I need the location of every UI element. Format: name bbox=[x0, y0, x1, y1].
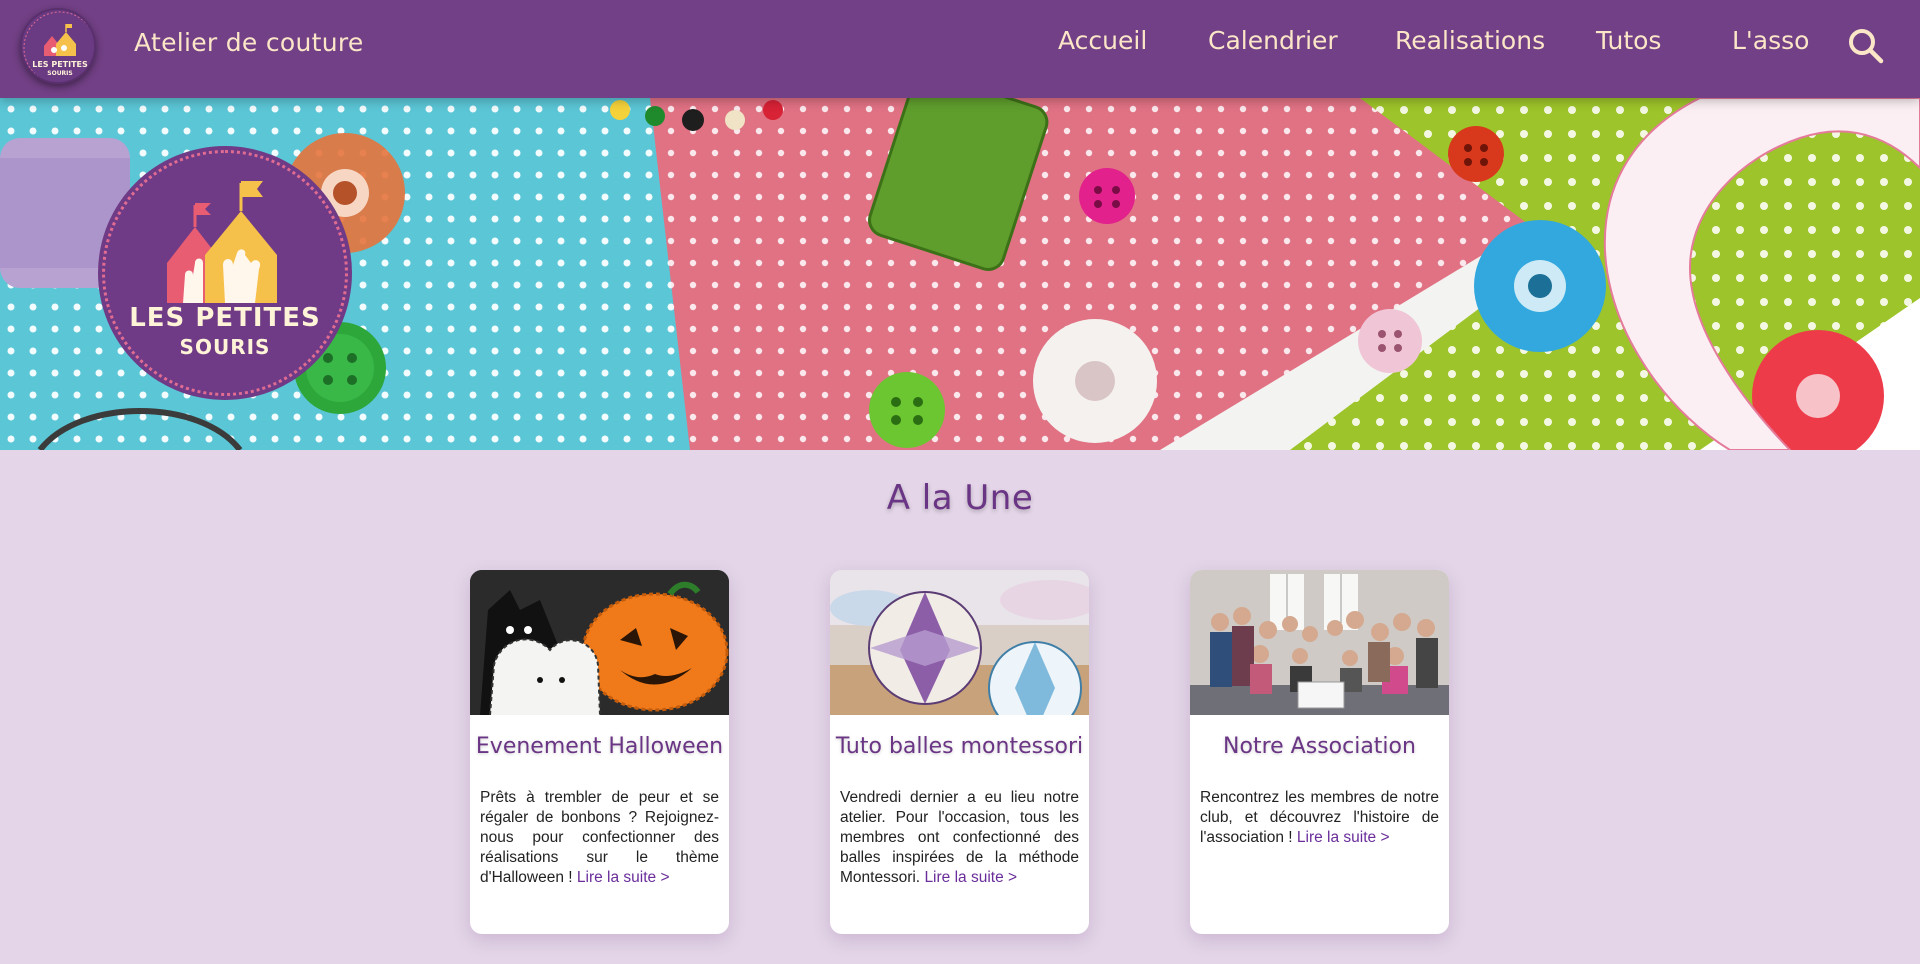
main-nav: Accueil Calendrier Realisations Tutos L'… bbox=[0, 26, 1920, 66]
association-members-photo bbox=[1190, 570, 1449, 715]
hero-logo-text-line2: SOURIS bbox=[179, 335, 271, 359]
read-more-link[interactable]: Lire la suite > bbox=[577, 869, 670, 886]
nav-link-asso[interactable]: L'asso bbox=[1732, 26, 1809, 55]
news-card-association[interactable]: Notre Association Rencontrez les membres… bbox=[1190, 570, 1449, 934]
top-navigation-bar: LES PETITES SOURIS Atelier de couture Ac… bbox=[0, 0, 1920, 98]
card-excerpt: Vendredi dernier a eu lieu notre atelier… bbox=[840, 788, 1079, 888]
logo-text-line2: SOURIS bbox=[47, 70, 73, 77]
news-card-montessori[interactable]: Tuto balles montessori Vendredi dernier … bbox=[830, 570, 1089, 934]
nav-link-realisations[interactable]: Realisations bbox=[1395, 26, 1545, 55]
news-card-halloween[interactable]: Evenement Halloween Prêts à trembler de … bbox=[470, 570, 729, 934]
card-excerpt: Rencontrez les membres de notre club, et… bbox=[1200, 788, 1439, 848]
card-excerpt: Prêts à trembler de peur et se régaler d… bbox=[480, 788, 719, 888]
search-button[interactable] bbox=[1846, 26, 1886, 66]
read-more-link[interactable]: Lire la suite > bbox=[1297, 829, 1390, 846]
search-icon bbox=[1849, 29, 1884, 64]
hero-logo-text-line1: LES PETITES bbox=[129, 303, 321, 333]
nav-link-tutos[interactable]: Tutos bbox=[1596, 26, 1661, 55]
halloween-crafts-image bbox=[470, 570, 729, 715]
nav-link-accueil[interactable]: Accueil bbox=[1058, 26, 1147, 55]
nav-link-calendrier[interactable]: Calendrier bbox=[1208, 26, 1338, 55]
read-more-link[interactable]: Lire la suite > bbox=[924, 869, 1017, 886]
card-title[interactable]: Notre Association bbox=[1190, 734, 1449, 759]
hero-logo: LES PETITES SOURIS bbox=[102, 150, 348, 396]
section-title: A la Une bbox=[886, 478, 1034, 518]
card-title[interactable]: Evenement Halloween bbox=[470, 734, 729, 759]
montessori-balls-image bbox=[830, 570, 1089, 715]
card-title[interactable]: Tuto balles montessori bbox=[830, 734, 1089, 759]
